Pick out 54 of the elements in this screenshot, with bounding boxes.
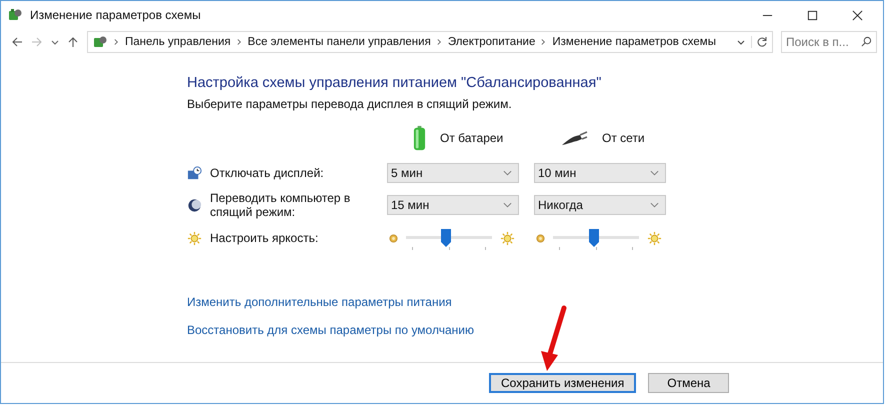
dropdown[interactable]: 10 мин (534, 163, 666, 183)
setting-label: Переводить компьютер в спящий режим: (210, 191, 352, 219)
power-plug-icon (560, 130, 588, 146)
brightness-slider[interactable] (406, 227, 492, 249)
settings-link[interactable]: Изменить дополнительные параметры питания (187, 295, 452, 309)
cancel-button[interactable]: Отмена (648, 373, 730, 393)
search-icon (861, 36, 872, 47)
slider-thumb[interactable] (440, 229, 451, 247)
monitor-clock-icon (187, 166, 202, 180)
dropdown[interactable]: Никогда (534, 195, 666, 215)
sun-icon (389, 234, 398, 242)
column-header: От батареи (440, 131, 504, 145)
chevron-icon (541, 38, 546, 46)
moon-icon (187, 198, 202, 212)
dropdown[interactable]: 15 мин (387, 195, 519, 215)
breadcrumb-item[interactable]: Электропитание (448, 36, 536, 48)
column-header: От сети (602, 131, 645, 145)
maximize-icon[interactable] (807, 10, 818, 20)
caret-icon (503, 170, 512, 176)
power-options-icon (92, 34, 108, 50)
caret-icon (503, 202, 512, 208)
address-field[interactable]: Панель управления Все элементы панели управления Электропитание Изменение параметров схемы (87, 31, 773, 53)
annotation-arrow (538, 305, 568, 373)
sun-icon (187, 230, 202, 246)
chevron-icon (114, 38, 119, 46)
window-title: Изменение параметров схемы (30, 8, 201, 22)
chevron-icon (436, 38, 442, 46)
search-field[interactable]: Поиск в п... (781, 31, 877, 53)
sun-icon (500, 230, 515, 246)
close-icon[interactable] (852, 10, 863, 20)
breadcrumb-item[interactable]: Изменение параметров схемы (552, 36, 716, 48)
back-arrow-icon[interactable] (11, 36, 23, 48)
dropdown-caret-icon[interactable] (737, 38, 745, 46)
up-arrow-icon[interactable] (67, 36, 79, 48)
instruction-text: Выберите параметры перевода дисплея в спящий режим. (187, 97, 513, 111)
brightness-slider[interactable] (553, 227, 639, 249)
caret-icon (650, 202, 659, 208)
battery-icon (413, 125, 426, 151)
chevron-icon (236, 38, 242, 46)
plan-heading: Настройка схемы управления питанием "Сбалансированная" (187, 75, 602, 91)
dropdown[interactable]: 5 мин (387, 163, 519, 183)
setting-label: Настроить яркость: (210, 231, 320, 245)
caret-icon (650, 170, 659, 176)
power-options-icon (7, 7, 23, 23)
refresh-icon[interactable] (751, 36, 768, 48)
sun-icon (536, 234, 545, 242)
setting-label: Отключать дисплей: (210, 166, 325, 180)
slider-thumb[interactable] (589, 229, 600, 247)
breadcrumb-item[interactable]: Панель управления (125, 36, 231, 48)
recent-caret-icon[interactable] (51, 38, 59, 46)
breadcrumb-item[interactable]: Все элементы панели управления (248, 36, 431, 48)
settings-link[interactable]: Восстановить для схемы параметры по умолчанию (187, 323, 474, 337)
save-button[interactable]: Сохранить изменения (489, 373, 636, 393)
sun-icon (647, 230, 662, 246)
